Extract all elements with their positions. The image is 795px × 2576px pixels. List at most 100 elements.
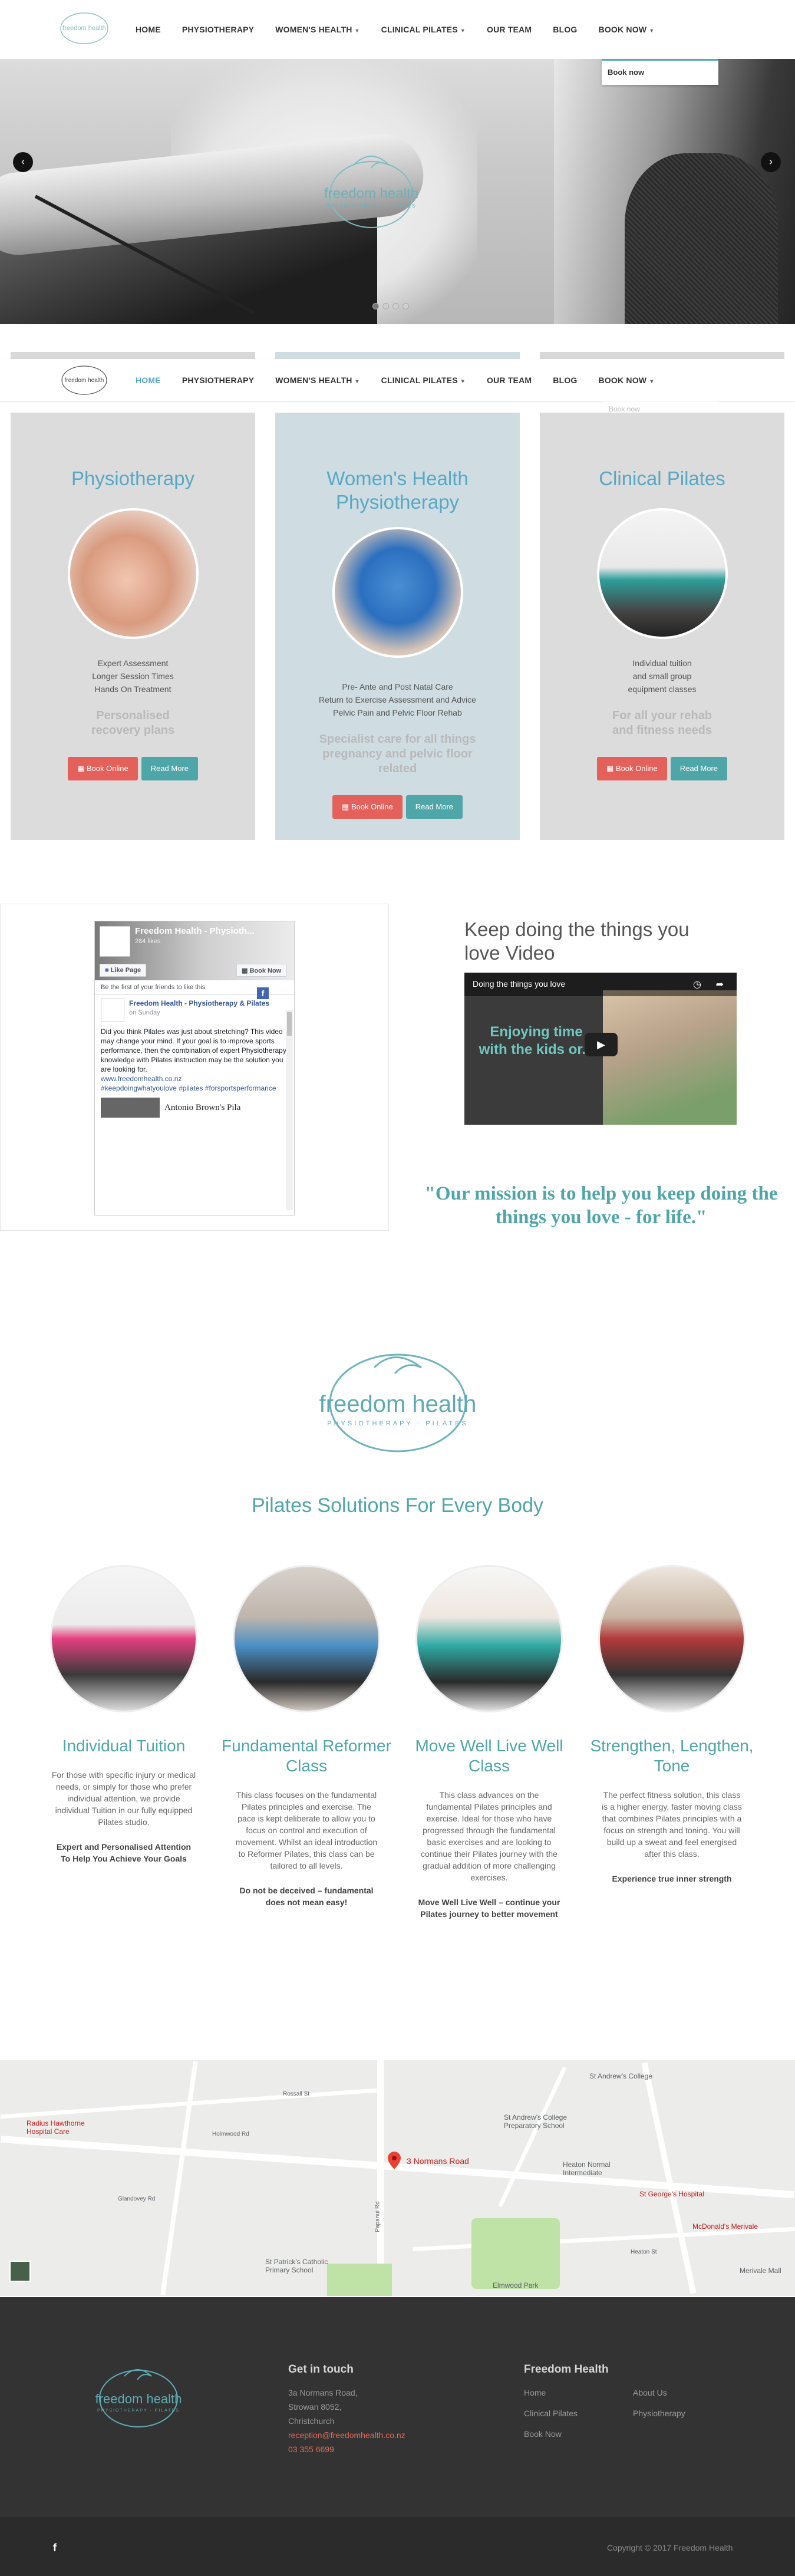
- footer-address-line: Christchurch: [288, 2416, 335, 2426]
- service-list-item: Hands On Treatment: [94, 684, 171, 694]
- sticky-nav: freedom health HOME PHYSIOTHERAPY WOMEN'…: [0, 359, 795, 401]
- footer-link-book-now[interactable]: Book Now: [524, 2427, 562, 2441]
- footer-logo-sub: PHYSIOTHERAPY · PILATES: [97, 2409, 180, 2413]
- map-pin-icon[interactable]: [388, 2152, 401, 2169]
- service-list-item: Pelvic Pain and Pelvic Floor Rehab: [333, 708, 462, 717]
- map-label: Papanui Rd: [374, 2201, 381, 2232]
- service-list: Expert Assessment Longer Session Times H…: [11, 657, 255, 696]
- chevron-right-icon: ›: [769, 156, 773, 167]
- facebook-post-tags[interactable]: #keepdoingwhatyoulove #pilates #forsport…: [101, 1083, 288, 1093]
- sticky-nav-our-team[interactable]: OUR TEAM: [476, 375, 542, 385]
- book-online-button[interactable]: ▦ Book Online: [332, 795, 403, 819]
- slider-next-button[interactable]: ›: [761, 152, 781, 172]
- read-more-button[interactable]: Read More: [141, 757, 199, 780]
- footer-bottom-bar: f Copyright © 2017 Freedom Health: [0, 2517, 795, 2576]
- facebook-post-link[interactable]: www.freedomhealth.co.nz: [101, 1074, 288, 1083]
- slider-dot[interactable]: [382, 303, 389, 309]
- service-list-item: Longer Session Times: [92, 671, 174, 681]
- site-logo[interactable]: freedom health: [58, 11, 111, 46]
- section-strip: [0, 352, 795, 359]
- service-title: Physiotherapy: [71, 467, 195, 489]
- facebook-page-thumb: [100, 926, 130, 957]
- card-title: Individual Tuition: [62, 1737, 186, 1755]
- mission-statement: "Our mission is to help you keep doing t…: [424, 1183, 778, 1228]
- facebook-like-button[interactable]: ■ Like Page: [100, 964, 147, 977]
- footer-link-physiotherapy[interactable]: Physiotherapy: [633, 2406, 685, 2420]
- footer-email-link[interactable]: reception@freedomhealth.co.nz: [288, 2428, 405, 2442]
- facebook-book-button[interactable]: ▦ Book Now: [236, 964, 287, 977]
- service-tagline: For all your rehab and fitness needs: [612, 709, 712, 737]
- service-list-item: Individual tuition: [632, 658, 692, 668]
- map-layer-toggle[interactable]: [9, 2261, 31, 2282]
- nav-home[interactable]: HOME: [125, 25, 171, 34]
- nav-clinical-pilates[interactable]: CLINICAL PILATES ▼: [371, 25, 476, 34]
- slider-dot[interactable]: [403, 303, 409, 309]
- nav-womens-health[interactable]: WOMEN'S HEALTH ▼: [265, 25, 370, 34]
- read-more-button[interactable]: Read More: [405, 795, 463, 819]
- service-tagline: Specialist care for all things pregnancy…: [319, 733, 476, 775]
- footer-logo[interactable]: freedom health PHYSIOTHERAPY · PILATES: [85, 2362, 192, 2433]
- facebook-post-header: Freedom Health - Physiotherapy & Pilates…: [101, 999, 288, 1022]
- sticky-nav-home[interactable]: HOME: [125, 375, 171, 385]
- facebook-post-tags-text[interactable]: #keepdoingwhatyoulove #pilates #forsport…: [101, 1084, 276, 1092]
- location-map[interactable]: St Andrew's College St Andrew's College …: [0, 2060, 795, 2296]
- sticky-nav-clinical-pilates[interactable]: CLINICAL PILATES ▼: [371, 375, 476, 385]
- footer-link-home[interactable]: Home: [524, 2386, 546, 2400]
- sticky-nav-physiotherapy[interactable]: PHYSIOTHERAPY: [171, 375, 265, 385]
- card-title: Move Well Live Well Class: [415, 1737, 563, 1775]
- sticky-nav-book-now[interactable]: BOOK NOW ▼: [588, 375, 665, 385]
- top-nav: freedom health HOME PHYSIOTHERAPY WOMEN'…: [0, 0, 795, 59]
- map-label: Heaton St: [631, 2249, 657, 2255]
- facebook-scroll-thumb[interactable]: [287, 1012, 292, 1036]
- card-highlight: Experience true inner strength: [612, 1874, 732, 1883]
- footer-phone-link[interactable]: 03 355 6699: [288, 2442, 334, 2456]
- strip-right: [540, 352, 784, 359]
- map-road: [160, 2061, 198, 2295]
- service-list-item: and small group: [632, 671, 692, 681]
- video-thumbnail: [603, 990, 737, 1125]
- map-label: St George's Hospital: [639, 2190, 704, 2198]
- play-button[interactable]: ▶: [585, 1033, 618, 1056]
- slider-dot[interactable]: [392, 303, 399, 309]
- book-online-button[interactable]: ▦ Book Online: [596, 757, 667, 780]
- map-pin-label[interactable]: 3 Normans Road: [407, 2156, 469, 2166]
- share-icon[interactable]: ➦: [716, 979, 724, 990]
- strip-left: [11, 352, 255, 359]
- facebook-icon[interactable]: f: [53, 2542, 57, 2554]
- sticky-nav-womens-health[interactable]: WOMEN'S HEALTH ▼: [265, 375, 370, 385]
- nav-our-team[interactable]: OUR TEAM: [476, 25, 542, 34]
- clock-icon[interactable]: ◷: [693, 979, 701, 990]
- service-list-item: Expert Assessment: [97, 658, 169, 668]
- facebook-post-link-text[interactable]: www.freedomhealth.co.nz: [101, 1075, 182, 1083]
- facebook-page-name[interactable]: Freedom Health - Physioth...: [135, 926, 255, 936]
- strengthen-photo: [598, 1565, 745, 1712]
- book-online-label: Book Online: [615, 764, 658, 773]
- pilates-card: Strengthen, Lengthen, Tone The perfect f…: [583, 1565, 760, 1885]
- dropdown-book-now[interactable]: Book now: [608, 68, 644, 77]
- facebook-scrollbar[interactable]: [286, 1010, 293, 1210]
- book-now-dropdown: Book now: [602, 59, 718, 85]
- facebook-post-author[interactable]: Freedom Health - Physiotherapy & Pilates: [129, 999, 269, 1008]
- facebook-widget[interactable]: Freedom Health - Physioth... 284 likes ■…: [94, 921, 295, 1215]
- nav-physiotherapy[interactable]: PHYSIOTHERAPY: [171, 25, 265, 34]
- dropdown-ghost-item: Book now: [609, 405, 640, 413]
- sticky-nav-clinical-pilates-label: CLINICAL PILATES: [381, 375, 458, 385]
- slider-dot[interactable]: [372, 303, 379, 309]
- map-label: McDonald's Merivale: [692, 2222, 758, 2231]
- video-heading: Keep doing the things you love Video: [464, 918, 690, 964]
- video-player[interactable]: Doing the things you love ◷ ➦ Enjoying t…: [464, 973, 737, 1125]
- strip-middle: [275, 352, 520, 359]
- hero-tank-image: [625, 153, 778, 324]
- read-more-button[interactable]: Read More: [670, 757, 728, 780]
- sticky-logo[interactable]: freedom health: [58, 363, 111, 398]
- pilates-logo-text: freedom health: [319, 1391, 477, 1417]
- map-road: [641, 2062, 697, 2294]
- nav-blog[interactable]: BLOG: [542, 25, 588, 34]
- footer-link-about[interactable]: About Us: [633, 2386, 667, 2400]
- slider-prev-button[interactable]: ‹: [13, 152, 33, 172]
- footer-link-clinical-pilates[interactable]: Clinical Pilates: [524, 2406, 578, 2420]
- sticky-menu: HOME PHYSIOTHERAPY WOMEN'S HEALTH ▼ CLINI…: [125, 359, 665, 401]
- nav-book-now[interactable]: BOOK NOW ▼: [588, 25, 665, 34]
- book-online-button[interactable]: ▦ Book Online: [67, 757, 138, 780]
- sticky-nav-blog[interactable]: BLOG: [542, 375, 588, 385]
